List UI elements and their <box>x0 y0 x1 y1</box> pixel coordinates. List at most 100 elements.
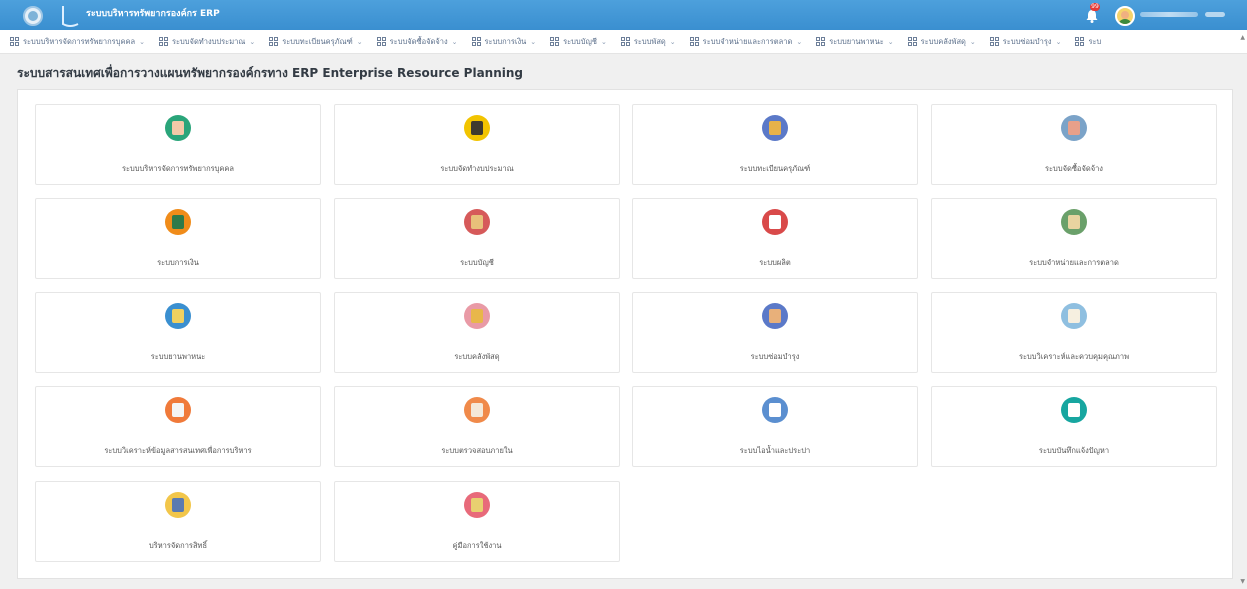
book-icon <box>1061 303 1087 329</box>
grid-icon <box>620 37 630 46</box>
grid-icon <box>1075 37 1085 46</box>
module-card-label: ระบบซ่อมบำรุง <box>750 352 800 361</box>
chevron-down-icon: ⌄ <box>969 37 976 46</box>
chevron-down-icon: ⌄ <box>451 37 458 46</box>
menu-item[interactable]: ระบ <box>1075 36 1101 48</box>
maintenance-icon <box>762 303 788 329</box>
chevron-down-icon: ⌄ <box>530 37 537 46</box>
app-title: ระบบบริหารทรัพยากรองค์กร ERP <box>86 9 220 19</box>
scroll-down-arrow-icon[interactable]: ▼ <box>1240 578 1245 585</box>
main-menu-bar: ระบบบริหารจัดการทรัพยากรบุคคล ⌄ ระบบจัดทำง… <box>0 30 1247 54</box>
menu-item[interactable]: ระบบพัสดุ ⌄ <box>620 36 676 48</box>
module-card-label: ระบบผลิต <box>759 258 791 267</box>
module-card-label: บริหารจัดการสิทธิ์ <box>148 541 208 550</box>
module-card-label: ระบบบัญชี <box>460 258 494 267</box>
ledger-icon <box>464 209 490 235</box>
module-card[interactable]: ระบบไอน้ำและประปา <box>632 386 918 467</box>
menu-item[interactable]: ระบบบริหารจัดการทรัพยากรบุคคล ⌄ <box>10 36 145 48</box>
vehicle-icon <box>165 303 191 329</box>
grid-icon <box>550 37 560 46</box>
module-card-label: ระบบตรวจสอบภายใน <box>441 446 513 455</box>
menu-item-label: ระบบยานพาหนะ <box>829 36 884 46</box>
audit-icon <box>464 397 490 423</box>
module-card[interactable]: ระบบวิเคราะห์ข้อมูลสารสนเทศเพื่อการบริหา… <box>35 386 321 467</box>
menu-item-label: ระบบทะเบียนครุภัณฑ์ <box>282 36 353 46</box>
chevron-down-icon: ⌄ <box>887 37 894 46</box>
module-card[interactable]: ระบบบริหารจัดการทรัพยากรบุคคล <box>35 104 321 185</box>
module-card-label: คู่มือการใช้งาน <box>452 541 502 550</box>
menu-item[interactable]: ระบบยานพาหนะ ⌄ <box>816 36 894 48</box>
module-card-label: ระบบจัดทำงบประมาณ <box>440 164 514 173</box>
handshake-icon <box>1061 115 1087 141</box>
user-name-suffix[interactable] <box>1205 12 1225 17</box>
module-card[interactable]: คู่มือการใช้งาน <box>334 481 620 562</box>
menu-item[interactable]: ระบบซ่อมบำรุง ⌄ <box>989 36 1061 48</box>
menu-item[interactable]: ระบบจำหน่ายและการตลาด ⌄ <box>689 36 803 48</box>
manual-icon <box>464 492 490 518</box>
menu-item-label: ระบบจัดซื้อจัดจ้าง <box>389 36 448 46</box>
module-card[interactable]: ระบบบันทึกแจ้งปัญหา <box>931 386 1217 467</box>
menu-item[interactable]: ระบบการเงิน ⌄ <box>471 36 537 48</box>
menu-item-label: ระบ <box>1088 36 1102 46</box>
user-avatar[interactable] <box>1115 6 1135 26</box>
module-card[interactable]: ระบบตรวจสอบภายใน <box>334 386 620 467</box>
module-card-label: ระบบจำหน่ายและการตลาด <box>1029 258 1119 267</box>
module-card[interactable]: ระบบยานพาหนะ <box>35 292 321 373</box>
module-card[interactable]: ระบบซ่อมบำรุง <box>632 292 918 373</box>
warehouse-icon <box>464 303 490 329</box>
report-icon <box>165 397 191 423</box>
grid-icon <box>269 37 279 46</box>
grid-icon <box>471 37 481 46</box>
user-name[interactable] <box>1140 12 1198 17</box>
menu-item-label: ระบบจำหน่ายและการตลาด <box>702 36 793 46</box>
note-icon <box>1061 397 1087 423</box>
menu-item-label: ระบบการเงิน <box>484 36 527 46</box>
module-card-label: ระบบบันทึกแจ้งปัญหา <box>1038 446 1110 455</box>
menu-item[interactable]: ระบบจัดทำงบประมาณ ⌄ <box>158 36 256 48</box>
scroll-up-arrow-icon[interactable]: ▲ <box>1240 34 1245 41</box>
module-card[interactable]: ระบบคลังพัสดุ <box>334 292 620 373</box>
water-icon <box>762 397 788 423</box>
module-card-label: ระบบการเงิน <box>157 258 199 267</box>
people-icon <box>165 115 191 141</box>
logo-icon[interactable] <box>23 6 43 26</box>
sales-icon <box>1061 209 1087 235</box>
module-card[interactable]: ระบบจัดทำงบประมาณ <box>334 104 620 185</box>
menu-item[interactable]: ระบบทะเบียนครุภัณฑ์ ⌄ <box>269 36 363 48</box>
menu-item-label: ระบบบัญชี <box>563 36 597 46</box>
chevron-down-icon: ⌄ <box>249 37 256 46</box>
menu-item-label: ระบบบริหารจัดการทรัพยากรบุคคล <box>23 36 136 46</box>
module-card[interactable]: ระบบผลิต <box>632 198 918 279</box>
menu-item[interactable]: ระบบบัญชี ⌄ <box>550 36 607 48</box>
module-card-label: ระบบวิเคราะห์ข้อมูลสารสนเทศเพื่อการบริหา… <box>104 446 252 455</box>
brand-swoosh-icon <box>62 6 79 27</box>
module-card-label: ระบบจัดซื้อจัดจ้าง <box>1045 164 1103 173</box>
menu-item-label: ระบบซ่อมบำรุง <box>1002 36 1052 46</box>
grid-icon <box>158 37 168 46</box>
grid-icon <box>689 37 699 46</box>
menu-item[interactable]: ระบบจัดซื้อจัดจ้าง ⌄ <box>376 36 458 48</box>
box-icon <box>762 115 788 141</box>
menu-item-label: ระบบคลังพัสดุ <box>920 36 966 46</box>
chevron-down-icon: ⌄ <box>600 37 607 46</box>
module-card[interactable]: ระบบการเงิน <box>35 198 321 279</box>
module-card-label: ระบบคลังพัสดุ <box>454 352 500 361</box>
grid-icon <box>989 37 999 46</box>
menu-item-label: ระบบจัดทำงบประมาณ <box>171 36 246 46</box>
module-card[interactable]: ระบบบัญชี <box>334 198 620 279</box>
module-card[interactable]: ระบบวิเคราะห์และควบคุมคุณภาพ <box>931 292 1217 373</box>
chevron-down-icon: ⌄ <box>356 37 363 46</box>
module-card[interactable]: ระบบจัดซื้อจัดจ้าง <box>931 104 1217 185</box>
menu-item[interactable]: ระบบคลังพัสดุ ⌄ <box>907 36 976 48</box>
top-header: ระบบบริหารทรัพยากรองค์กร ERP 99 <box>0 0 1247 30</box>
modules-panel: ระบบบริหารจัดการทรัพยากรบุคคล ระบบจัดทำงบ… <box>17 89 1233 579</box>
module-card[interactable]: ระบบจำหน่ายและการตลาด <box>931 198 1217 279</box>
module-card-label: ระบบบริหารจัดการทรัพยากรบุคคล <box>121 164 235 173</box>
module-card-label: ระบบทะเบียนครุภัณฑ์ <box>739 164 811 173</box>
module-card-label: ระบบวิเคราะห์และควบคุมคุณภาพ <box>1018 352 1130 361</box>
module-card[interactable]: บริหารจัดการสิทธิ์ <box>35 481 321 562</box>
module-card[interactable]: ระบบทะเบียนครุภัณฑ์ <box>632 104 918 185</box>
grid-icon <box>376 37 386 46</box>
notification-badge: 99 <box>1090 3 1100 11</box>
chevron-down-icon: ⌄ <box>796 37 803 46</box>
